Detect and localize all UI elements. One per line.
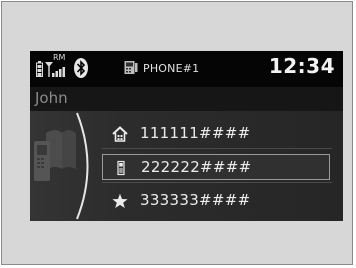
number-row-home[interactable]: 111111#### — [102, 121, 330, 147]
row-divider — [102, 182, 332, 183]
figure-frame: RM PHONE#1 12:34 John 111111#### 222222#… — [1, 1, 353, 265]
number-row-mobile[interactable]: 222222#### — [102, 154, 330, 180]
battery-icon — [36, 61, 43, 77]
home-icon — [112, 126, 128, 142]
list-arc-divider — [76, 112, 89, 220]
phone-number: 333333#### — [140, 191, 251, 209]
contact-name: John — [30, 87, 343, 111]
roaming-label: RM — [53, 53, 66, 62]
signal-strength-icon — [45, 62, 65, 77]
audio-display-screen: RM PHONE#1 12:34 John 111111#### 222222#… — [30, 51, 343, 221]
phone-device-icon — [124, 61, 138, 74]
number-row-favorite[interactable]: 333333#### — [102, 188, 330, 214]
status-bar: RM PHONE#1 12:34 — [30, 51, 343, 87]
phonebook-icon — [34, 130, 76, 181]
phone-number: 222222#### — [141, 158, 252, 176]
row-divider — [102, 148, 332, 149]
phone-name: PHONE#1 — [143, 62, 200, 75]
clock: 12:34 — [268, 54, 335, 78]
phone-number-list: 111111#### 222222#### 333333#### — [30, 111, 343, 221]
bluetooth-icon — [74, 58, 88, 78]
star-icon — [112, 193, 128, 208]
mobile-phone-icon — [117, 160, 125, 176]
phone-number: 111111#### — [140, 124, 251, 142]
